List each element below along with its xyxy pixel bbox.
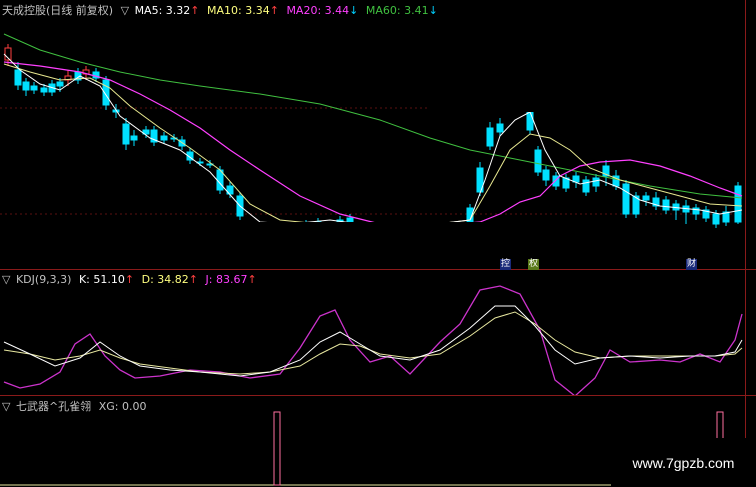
candlestick-pane[interactable]: 天成控股(日线 前复权) ▽ MA5: 3.32↑ MA10: 3.34↑ MA… xyxy=(0,0,745,270)
kdj-k-label: K: 51.10 xyxy=(78,273,125,286)
candle-body xyxy=(14,69,22,86)
kdj-j-label: J: 83.67 xyxy=(205,273,248,286)
triangle-down-icon[interactable]: ▽ xyxy=(2,400,10,413)
candle-body xyxy=(130,135,138,141)
event-tag[interactable]: 权 xyxy=(528,259,540,270)
ma10-trend: ↑ xyxy=(269,4,279,17)
candle-body xyxy=(734,185,742,223)
xg-signal-bar xyxy=(273,411,281,486)
candle-body xyxy=(642,195,650,201)
kdj-legend: ▽ KDJ(9,3,3) K: 51.10↑ D: 34.82↑ J: 83.6… xyxy=(2,273,261,286)
candle-body xyxy=(122,123,130,145)
ma20-trend: ↓ xyxy=(349,4,359,17)
watermark: www.7gpzb.com xyxy=(611,438,756,487)
kdj-d-label: D: 34.82 xyxy=(141,273,189,286)
ma60-label: MA60: 3.41 xyxy=(365,4,429,17)
candle-body xyxy=(592,177,600,187)
candle-body xyxy=(712,213,720,225)
candle-body xyxy=(40,87,48,93)
candle-body xyxy=(622,183,630,215)
ma5-label: MA5: 3.32 xyxy=(134,4,191,17)
triangle-down-icon[interactable]: ▽ xyxy=(2,273,10,286)
candle-body xyxy=(534,149,542,173)
xg-legend: ▽ 七武器^孔雀翎 XG: 0.00 xyxy=(2,398,150,414)
ma5-trend: ↑ xyxy=(190,4,200,17)
xg-name: 七武器^孔雀翎 xyxy=(15,400,92,413)
right-border xyxy=(745,0,746,487)
ma20-label: MA20: 3.44 xyxy=(286,4,350,17)
ma60-trend: ↓ xyxy=(428,4,438,17)
candle-body xyxy=(22,81,30,91)
occluded-region xyxy=(188,222,568,262)
candle-body xyxy=(486,127,494,147)
kdj-k-trend: ↑ xyxy=(124,273,135,286)
chart-title[interactable]: 天成控股(日线 前复权) xyxy=(2,4,113,17)
candle-body xyxy=(542,169,550,181)
candle-body xyxy=(30,85,38,91)
candle-body xyxy=(662,199,670,211)
occluded-region xyxy=(428,0,745,112)
kdj-j-trend: ↑ xyxy=(247,273,257,286)
main-legend: 天成控股(日线 前复权) ▽ MA5: 3.32↑ MA10: 3.34↑ MA… xyxy=(2,2,442,18)
kdj-chart[interactable] xyxy=(0,270,745,396)
kdj-d-trend: ↑ xyxy=(188,273,198,286)
kdj-pane[interactable]: ▽ KDJ(9,3,3) K: 51.10↑ D: 34.82↑ J: 83.6… xyxy=(0,270,745,396)
kdj-j-line xyxy=(3,285,743,396)
xg-label: XG: 0.00 xyxy=(98,400,147,413)
event-tag[interactable]: 财 xyxy=(686,259,698,270)
candle-body xyxy=(160,135,168,141)
candle-body xyxy=(582,179,590,193)
event-tag[interactable]: 控 xyxy=(500,259,512,270)
candle-body xyxy=(56,81,64,87)
kdj-name: KDJ(9,3,3) xyxy=(15,273,72,286)
candle-body xyxy=(496,123,504,133)
ma10-label: MA10: 3.34 xyxy=(207,4,270,17)
triangle-down-icon[interactable]: ▽ xyxy=(121,4,129,17)
